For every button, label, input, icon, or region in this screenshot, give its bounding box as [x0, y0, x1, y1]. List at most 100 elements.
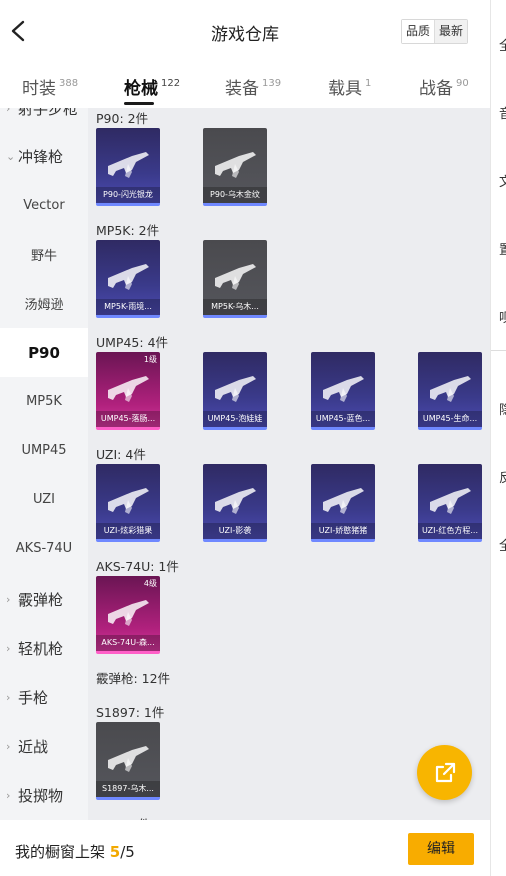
- sidebar-group-marksman[interactable]: › 射手步枪: [0, 108, 88, 133]
- side-panel-item[interactable]: 全: [499, 40, 506, 54]
- chevron-down-icon: ⌄: [6, 150, 16, 163]
- tab-label: 载具: [328, 79, 362, 99]
- weapon-skin-card[interactable]: UZI-娇憨猪猪: [311, 464, 375, 542]
- app-window: 游戏仓库 品质 最新 时装 388 枪械 122 装备 139 载具 1 战备 90 › 射…: [0, 0, 490, 876]
- tab-fashion[interactable]: 时装 388: [22, 74, 78, 99]
- weapon-skin-card[interactable]: MP5K-雨境...: [96, 240, 160, 318]
- weapon-skin-card[interactable]: UMP45-泡娃娃: [203, 352, 267, 430]
- weapon-skin-name: MP5K-乌木...: [203, 299, 267, 315]
- sidebar-item-vector[interactable]: Vector: [0, 181, 88, 230]
- showcase-bar: 我的橱窗上架 5/5 编辑: [0, 820, 490, 876]
- weapon-skin-name: S1897-乌木...: [96, 781, 160, 797]
- weapon-icon: [108, 488, 149, 514]
- weapon-icon: [215, 152, 256, 178]
- side-panel-item[interactable]: 音: [499, 108, 506, 122]
- sidebar-item-p90[interactable]: P90: [0, 328, 88, 377]
- weapon-skin-card[interactable]: UZI-影袭: [203, 464, 267, 542]
- weapon-icon: [108, 264, 149, 290]
- side-panel-item[interactable]: 隐: [499, 404, 506, 418]
- tab-count: 1: [365, 78, 372, 89]
- sidebar-group-throwables[interactable]: › 投掷物: [0, 771, 88, 820]
- weapon-icon: [323, 376, 364, 402]
- showcase-status: 我的橱窗上架 5/5: [15, 841, 135, 862]
- weapon-skin-card[interactable]: P90-乌木金纹: [203, 128, 267, 206]
- section-header: S1897: 1件: [96, 705, 165, 720]
- sidebar-group-smg[interactable]: ⌄ 冲锋枪: [0, 132, 88, 181]
- tab-supplies[interactable]: 战备 90: [419, 74, 469, 99]
- weapon-skin-card[interactable]: UMP45-生命...: [418, 352, 482, 430]
- weapon-skin-name: UMP45-生命...: [418, 411, 482, 427]
- weapon-grid: P90: 2件 P90-闪光银龙 P90-乌木金纹 MP5K: 2件 MP5K-雨境..…: [88, 108, 490, 820]
- sidebar-group-label: 投掷物: [18, 787, 64, 805]
- tab-equipment[interactable]: 装备 139: [225, 74, 281, 99]
- tab-count: 122: [161, 78, 181, 89]
- showcase-total-count: /5: [120, 843, 135, 861]
- side-panel-item[interactable]: 反: [499, 472, 506, 486]
- sidebar-group-pistol[interactable]: › 手枪: [0, 673, 88, 722]
- weapon-skin-name: AKS-74U-森...: [96, 635, 160, 651]
- weapon-icon: [323, 488, 364, 514]
- sidebar-item-bizon[interactable]: 野牛: [0, 230, 88, 279]
- weapon-skin-name: UZI-娇憨猪猪: [311, 523, 375, 539]
- weapon-skin-name: UMP45-泡娃娃: [203, 411, 267, 427]
- sidebar-group-shotgun[interactable]: › 霰弹枪: [0, 575, 88, 624]
- side-panel-item[interactable]: 置: [499, 244, 506, 258]
- level-badge: 4级: [143, 579, 157, 588]
- chevron-right-icon: ›: [6, 789, 11, 802]
- sort-toggle: 品质 最新: [401, 19, 469, 44]
- weapon-skin-card[interactable]: P90-闪光银龙: [96, 128, 160, 206]
- edit-button[interactable]: 编辑: [408, 833, 474, 865]
- chevron-right-icon: ›: [6, 108, 11, 115]
- tab-count: 90: [456, 78, 469, 89]
- side-panel-item[interactable]: 呗: [499, 312, 506, 326]
- weapon-icon: [430, 488, 471, 514]
- sidebar-group-label: 射手步枪: [18, 108, 79, 118]
- sidebar-group-melee[interactable]: › 近战: [0, 722, 88, 771]
- weapon-skin-name: P90-乌木金纹: [203, 187, 267, 203]
- sidebar-item-uzi[interactable]: UZI: [0, 475, 88, 524]
- sidebar-item-aks74u[interactable]: AKS-74U: [0, 524, 88, 573]
- showcase-current-count: 5: [109, 843, 121, 861]
- weapon-category-sidebar: › 射手步枪 ⌄ 冲锋枪 Vector 野牛 汤姆逊 P90 MP5K UMP45 …: [0, 108, 88, 820]
- tab-weapons[interactable]: 枪械 122: [124, 74, 180, 99]
- tab-vehicles[interactable]: 载具 1: [328, 74, 371, 99]
- weapon-icon: [215, 264, 256, 290]
- weapon-skin-name: UZI-炫彩猎果: [96, 523, 160, 539]
- weapon-skin-name: UZI-红色方程...: [418, 523, 482, 539]
- weapon-skin-card[interactable]: UZI-炫彩猎果: [96, 464, 160, 542]
- sidebar-group-label: 手枪: [18, 689, 49, 707]
- weapon-icon: [215, 376, 256, 402]
- weapon-skin-card[interactable]: 1级 UMP45-落肠...: [96, 352, 160, 430]
- weapon-skin-card[interactable]: UZI-红色方程...: [418, 464, 482, 542]
- showcase-label: 我的橱窗上架: [15, 843, 110, 861]
- divider: [491, 350, 506, 351]
- side-panel-clipped: 全 音 文 置 呗 隐 反 全: [490, 0, 506, 876]
- share-icon: [435, 762, 455, 782]
- sidebar-item-mp5k[interactable]: MP5K: [0, 377, 88, 426]
- tab-count: 388: [59, 78, 79, 89]
- sidebar-item-thompson[interactable]: 汤姆逊: [0, 279, 88, 328]
- weapon-icon: [108, 376, 149, 402]
- weapon-skin-name: UZI-影袭: [203, 523, 267, 539]
- sidebar-group-label: 轻机枪: [18, 640, 64, 658]
- weapon-skin-card[interactable]: UMP45-蓝色...: [311, 352, 375, 430]
- share-button[interactable]: [417, 745, 472, 800]
- active-tab-indicator: [124, 102, 154, 105]
- sidebar-group-label: 近战: [18, 738, 49, 756]
- weapon-skin-card[interactable]: 4级 AKS-74U-森...: [96, 576, 160, 654]
- sidebar-item-ump45[interactable]: UMP45: [0, 426, 88, 475]
- tab-label: 装备: [225, 79, 259, 99]
- weapon-skin-name: P90-闪光银龙: [96, 187, 160, 203]
- weapon-skin-card[interactable]: S1897-乌木...: [96, 722, 160, 800]
- sidebar-group-label: 冲锋枪: [18, 148, 64, 166]
- sort-quality-button[interactable]: 品质: [402, 20, 436, 43]
- weapon-icon: [108, 152, 149, 178]
- sort-newest-button[interactable]: 最新: [435, 20, 468, 43]
- weapon-skin-card[interactable]: MP5K-乌木...: [203, 240, 267, 318]
- sidebar-group-lmg[interactable]: › 轻机枪: [0, 624, 88, 673]
- side-panel-item[interactable]: 全: [499, 540, 506, 554]
- side-panel-item[interactable]: 文: [499, 176, 506, 190]
- top-bar: 游戏仓库 品质 最新: [0, 0, 490, 62]
- chevron-right-icon: ›: [6, 740, 11, 753]
- section-header: UMP45: 4件: [96, 335, 169, 350]
